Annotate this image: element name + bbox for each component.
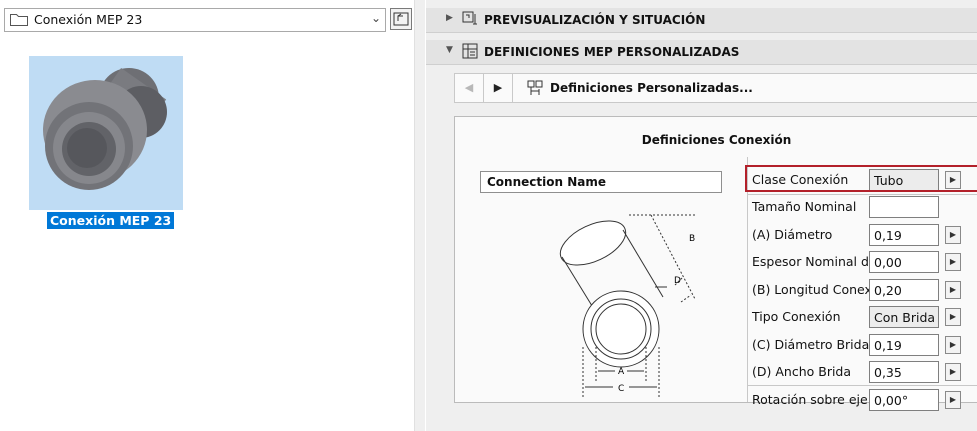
folder-dropdown-value: Conexión MEP 23 [34,12,143,27]
folder-dropdown[interactable]: Conexión MEP 23 ⌄ [4,8,386,32]
connection-diagram: B D A C [559,214,696,397]
custom-definitions-icon [527,80,543,95]
selected-item-label[interactable]: Conexión MEP 23 [47,212,175,229]
folder-up-icon [393,12,409,26]
next-page-button[interactable]: ▶ [484,74,513,102]
library-browser-panel: Conexión MEP 23 ⌄ Conexión MEP 23 [0,0,415,431]
definitions-panel-title: Definiciones Conexión [641,133,792,147]
section-preview-header[interactable]: ▶ PREVISUALIZACIÓN Y SITUACIÓN [426,8,977,33]
collapse-arrow-icon: ▼ [446,45,453,55]
param-value-diameter[interactable]: 0,19 [869,224,939,246]
dim-label-a: A [618,367,625,377]
connection-name-field[interactable]: Connection Name [480,171,722,193]
param-value-connection-type[interactable]: Con Brida [869,306,939,328]
param-label-diameter: (A) Diámetro [752,227,833,242]
param-label-connection-type: Tipo Conexión [752,309,841,324]
param-value-y-rotation[interactable]: 0,00° [869,389,939,411]
expand-arrow-icon: ▶ [446,13,453,23]
panel-divider[interactable] [415,0,425,431]
param-value-flange-diameter[interactable]: 0,19 [869,334,939,356]
param-arrow-button[interactable]: ▶ [945,281,961,299]
param-arrow-button[interactable]: ▶ [945,391,961,409]
settings-panel: ▶ PREVISUALIZACIÓN Y SITUACIÓN ▼ DEFINIC… [426,0,977,431]
dim-label-b: B [689,234,695,244]
param-label-flange-width: (D) Ancho Brida [752,364,852,379]
preview-position-icon [462,11,477,25]
previous-page-button[interactable]: ◀ [455,74,484,102]
pipe-connection-preview-icon [43,67,167,190]
param-arrow-button[interactable]: ▶ [945,308,961,326]
param-arrow-button[interactable]: ▶ [945,253,961,271]
param-value-nominal-size[interactable] [869,196,939,218]
connection-name-value: Connection Name [487,175,606,189]
folder-icon [10,14,28,26]
param-label-flange-diameter: (C) Diámetro Brida [752,337,870,352]
row-separator [748,385,977,386]
section-preview-title: PREVISUALIZACIÓN Y SITUACIÓN [484,13,706,27]
page-title: Definiciones Personalizadas... [550,81,753,95]
param-value-connection-length[interactable]: 0,20 [869,279,939,301]
section-mep-title: DEFINICIONES MEP PERSONALIZADAS [484,45,740,59]
dim-label-d: D [674,276,681,286]
row-separator [748,194,977,195]
highlight-frame [745,165,977,192]
section-mep-header[interactable]: ▼ DEFINICIONES MEP PERSONALIZADAS [426,40,977,65]
param-label-nominal-size: Tamaño Nominal [752,199,857,214]
folder-up-button[interactable] [390,8,412,30]
page-navigator: ◀ ▶ Definiciones Personalizadas... I [454,73,977,103]
definitions-panel: Definiciones Conexión Connection Name B … [454,116,977,411]
chevron-down-icon: ⌄ [370,11,381,25]
dim-label-c: C [618,384,624,394]
param-arrow-button[interactable]: ▶ [945,226,961,244]
object-thumbnail[interactable] [29,56,183,210]
param-value-flange-width[interactable]: 0,35 [869,361,939,383]
param-value-nominal-thickness[interactable]: 0,00 [869,251,939,273]
param-arrow-button[interactable]: ▶ [945,363,961,381]
mep-definitions-icon [462,43,478,59]
param-arrow-button[interactable]: ▶ [945,336,961,354]
